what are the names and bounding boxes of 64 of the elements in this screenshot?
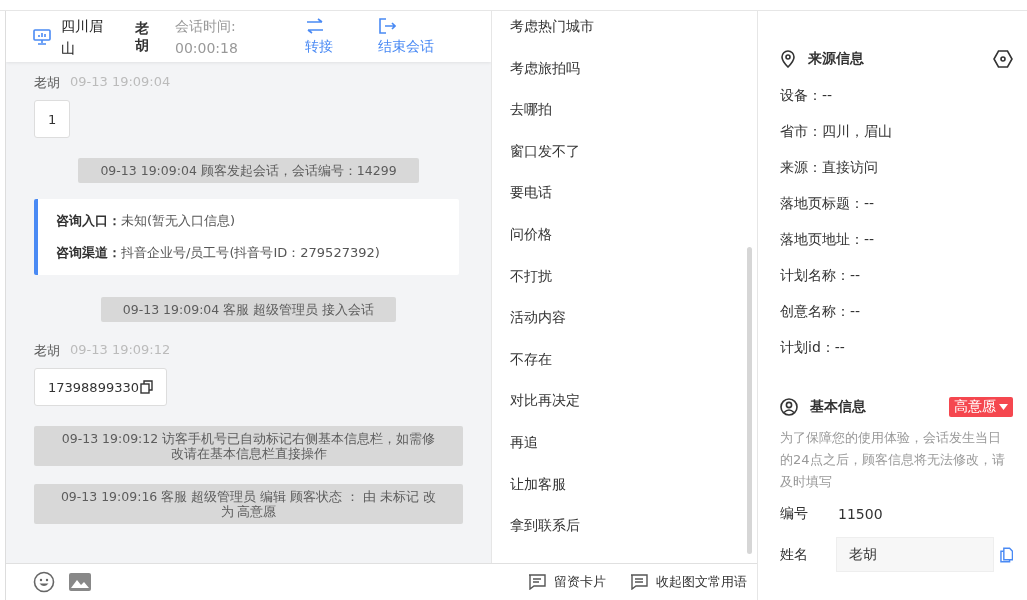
source-info-row-text: 计划id：--: [780, 338, 846, 357]
message-time: 09-13 19:09:04: [70, 74, 171, 91]
emoji-icon[interactable]: [33, 571, 55, 593]
source-info-row-text: 创意名称：--: [780, 302, 862, 321]
phrase-item[interactable]: 考虑旅拍吗: [510, 49, 757, 92]
info-label: 咨询渠道：: [56, 245, 121, 260]
info-value: 未知(暂无入口信息): [121, 213, 236, 228]
notice-text: 为了保障您的使用体验，会话发生当日的24点之后，顾客信息将无法修改，请及时填写: [780, 429, 1006, 491]
customer-name: 老胡: [135, 19, 149, 54]
lead-card-button[interactable]: 留资卡片: [528, 573, 606, 591]
system-notice: 09-13 19:09:16 客服 超级管理员 编辑 顾客状态 ： 由 未标记 改为 高意愿: [34, 484, 463, 524]
source-info-row-text: 设备：--: [780, 86, 834, 105]
settings-icon[interactable]: [993, 50, 1013, 68]
system-notice: 09-13 19:09:12 访客手机号已自动标记右侧基本信息栏，如需修改请在基本信息栏直接操作: [34, 426, 463, 466]
collapse-phrases-button[interactable]: 收起图文常用语: [630, 573, 747, 591]
message-bubble: 1: [34, 100, 71, 138]
source-info-row-text: 计划名称：--: [780, 266, 862, 285]
field-value: 11500: [838, 506, 883, 522]
duration-value: 00:00:18: [175, 38, 239, 58]
customer-location: 四川眉山: [61, 16, 104, 58]
phrase-item[interactable]: 窗口发不了: [510, 132, 757, 175]
name-input[interactable]: 老胡: [835, 537, 994, 572]
message-bubble: 17398899330: [34, 368, 167, 406]
phrase-item[interactable]: 拿到联系后: [510, 507, 757, 549]
phrase-item[interactable]: 让加客服: [510, 465, 757, 508]
source-info-row-text: 省市：四川，眉山: [780, 122, 893, 141]
duration-label: 会话时间:: [175, 16, 237, 36]
location-pin-icon: [780, 50, 796, 68]
phrase-item[interactable]: 考虑热门城市: [510, 11, 757, 50]
copy-icon[interactable]: [140, 380, 153, 394]
exit-icon: [378, 17, 396, 34]
field-label: 姓名: [780, 545, 809, 564]
status-dropdown[interactable]: 高意愿: [949, 397, 1013, 417]
message-time: 09-13 19:09:12: [70, 342, 171, 359]
image-icon[interactable]: [69, 572, 91, 592]
caret-icon: [999, 404, 1008, 410]
phrase-item[interactable]: 不存在: [510, 340, 757, 383]
field-label: 编号: [780, 505, 809, 523]
section-title: 来源信息: [808, 50, 864, 68]
section-title: 基本信息: [810, 398, 866, 416]
card-icon: [528, 574, 546, 590]
phrase-item[interactable]: 活动内容: [510, 299, 757, 341]
info-label: 咨询入口：: [56, 213, 121, 228]
phrase-item[interactable]: 要电话: [510, 174, 757, 216]
system-notice: 09-13 19:09:04 顾客发起会话，会话编号：14299: [78, 158, 419, 183]
sender-name: 老胡: [34, 342, 60, 360]
source-info-row-text: 落地页地址：--: [780, 230, 876, 249]
end-session-button[interactable]: 结束会话: [378, 17, 434, 56]
phrase-item[interactable]: 去哪拍: [510, 91, 757, 133]
source-info-row-text: 来源：直接访问: [780, 158, 879, 177]
phrase-item[interactable]: 再追: [510, 423, 757, 466]
phrase-item[interactable]: 不打扰: [510, 257, 757, 300]
transfer-icon: [305, 17, 325, 34]
source-info-row-text: 落地页标题：--: [780, 194, 876, 213]
scrollbar[interactable]: [747, 247, 752, 554]
transfer-button[interactable]: 转接: [305, 17, 333, 56]
user-icon: [780, 398, 798, 416]
monitor-icon: [33, 28, 51, 45]
sender-name: 老胡: [34, 74, 60, 92]
message-icon: [630, 574, 648, 590]
phrase-item[interactable]: 问价格: [510, 215, 757, 258]
phrase-item[interactable]: 对比再决定: [510, 382, 757, 424]
info-value: 抖音企业号/员工号(抖音号ID：279527392): [121, 245, 380, 260]
system-notice: 09-13 19:09:04 客服 超级管理员 接入会话: [100, 297, 397, 322]
